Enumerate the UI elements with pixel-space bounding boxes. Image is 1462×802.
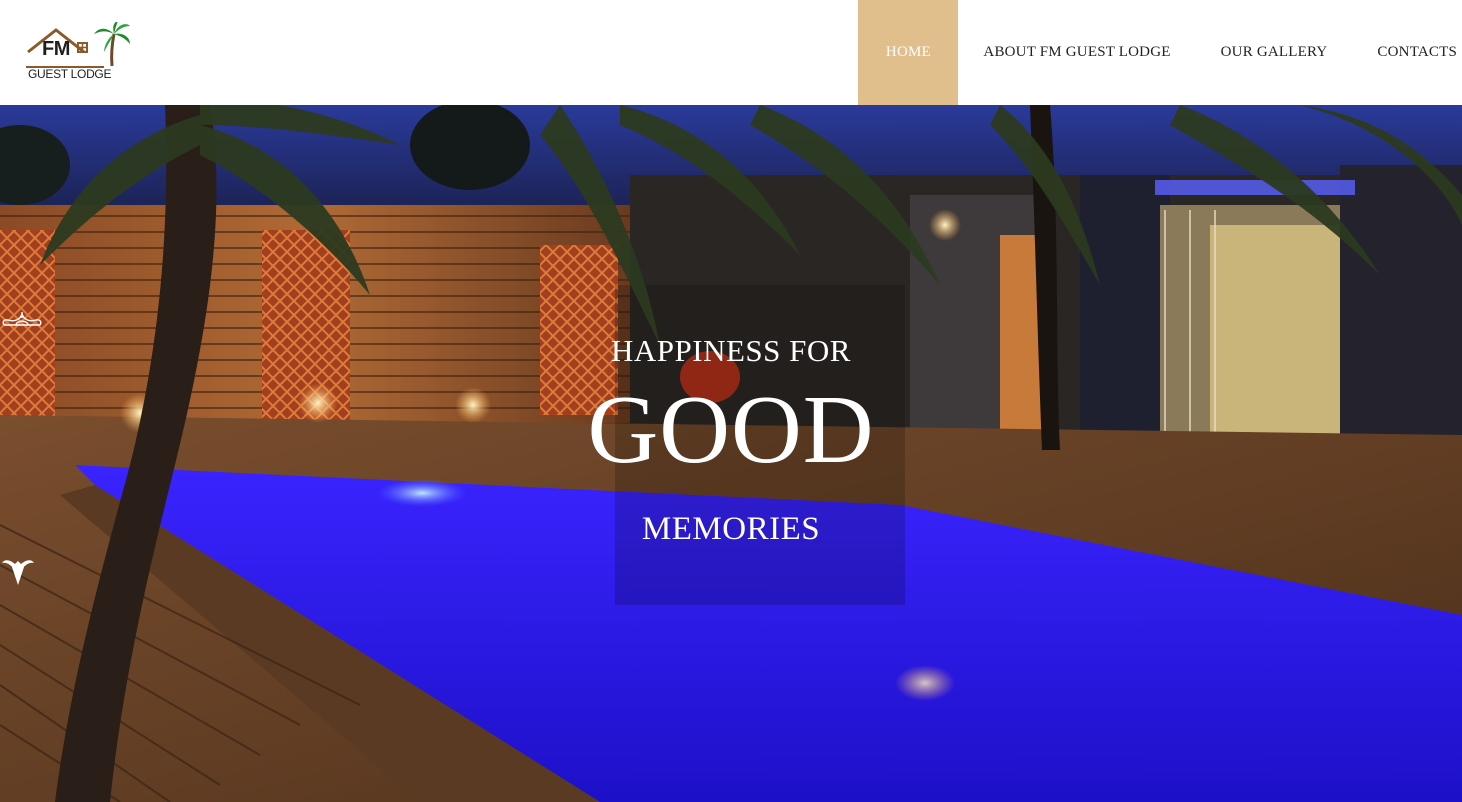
nav-contacts[interactable]: CONTACTS bbox=[1352, 0, 1462, 105]
hero-line-3: MEMORIES bbox=[641, 511, 821, 547]
site-logo[interactable]: FM GUEST LODGE bbox=[26, 21, 132, 84]
hero-banner: HAPPINESS FOR GOOD MEMORIES bbox=[0, 105, 1462, 802]
nav-gallery[interactable]: OUR GALLERY bbox=[1196, 0, 1353, 105]
main-nav: HOME ABOUT FM GUEST LODGE OUR GALLERY CO… bbox=[858, 0, 1462, 105]
hero-line-1: HAPPINESS FOR bbox=[611, 333, 851, 368]
site-header: FM GUEST LODGE HOME ABOUT FM GUEST LODGE… bbox=[0, 0, 1462, 105]
hero-headline: GOOD bbox=[587, 376, 875, 484]
nav-home[interactable]: HOME bbox=[858, 0, 959, 105]
logo-mark: FM bbox=[42, 38, 70, 60]
nav-about[interactable]: ABOUT FM GUEST LODGE bbox=[958, 0, 1195, 105]
logo-subtitle: GUEST LODGE bbox=[28, 67, 112, 81]
